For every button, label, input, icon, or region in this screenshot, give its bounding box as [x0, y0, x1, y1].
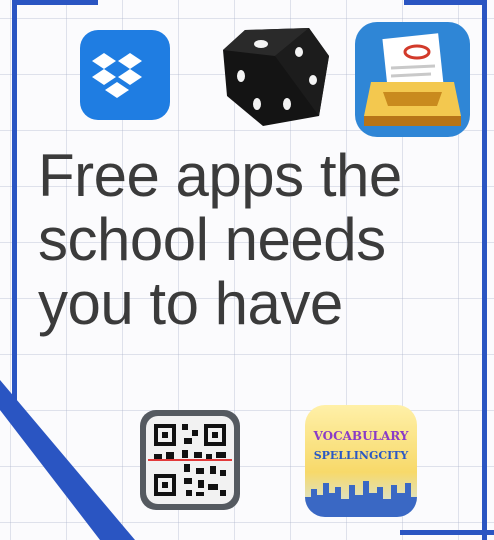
frame-top-left-line	[12, 0, 98, 5]
spellingcity-logo-text: SPELLINGCITY	[313, 449, 409, 462]
qr-code-icon	[140, 410, 240, 510]
vocabulary-logo-text: VOCABULARY	[313, 429, 409, 443]
headline-line-1: Free apps the	[38, 142, 402, 209]
showbie-app[interactable]	[355, 22, 470, 137]
dice-app[interactable]	[215, 22, 335, 132]
dropbox-app[interactable]	[80, 30, 170, 120]
vocabulary-spelling-city-app[interactable]: VOCABULARY SPELLINGCITY	[305, 405, 417, 517]
frame-diagonal-stripe	[0, 380, 135, 540]
frame-bottom-line	[400, 530, 494, 535]
inbox-tray-icon	[355, 22, 470, 137]
headline-line-3: you to have	[38, 270, 343, 337]
headline-line-2: school needs	[38, 206, 386, 273]
headline: Free apps the school needs you to have	[38, 144, 488, 336]
dropbox-icon	[80, 30, 170, 120]
frame-left-line	[12, 0, 17, 420]
dice-icon	[223, 28, 329, 126]
qr-reader-app[interactable]	[140, 410, 240, 510]
frame-top-right-line	[404, 0, 484, 5]
